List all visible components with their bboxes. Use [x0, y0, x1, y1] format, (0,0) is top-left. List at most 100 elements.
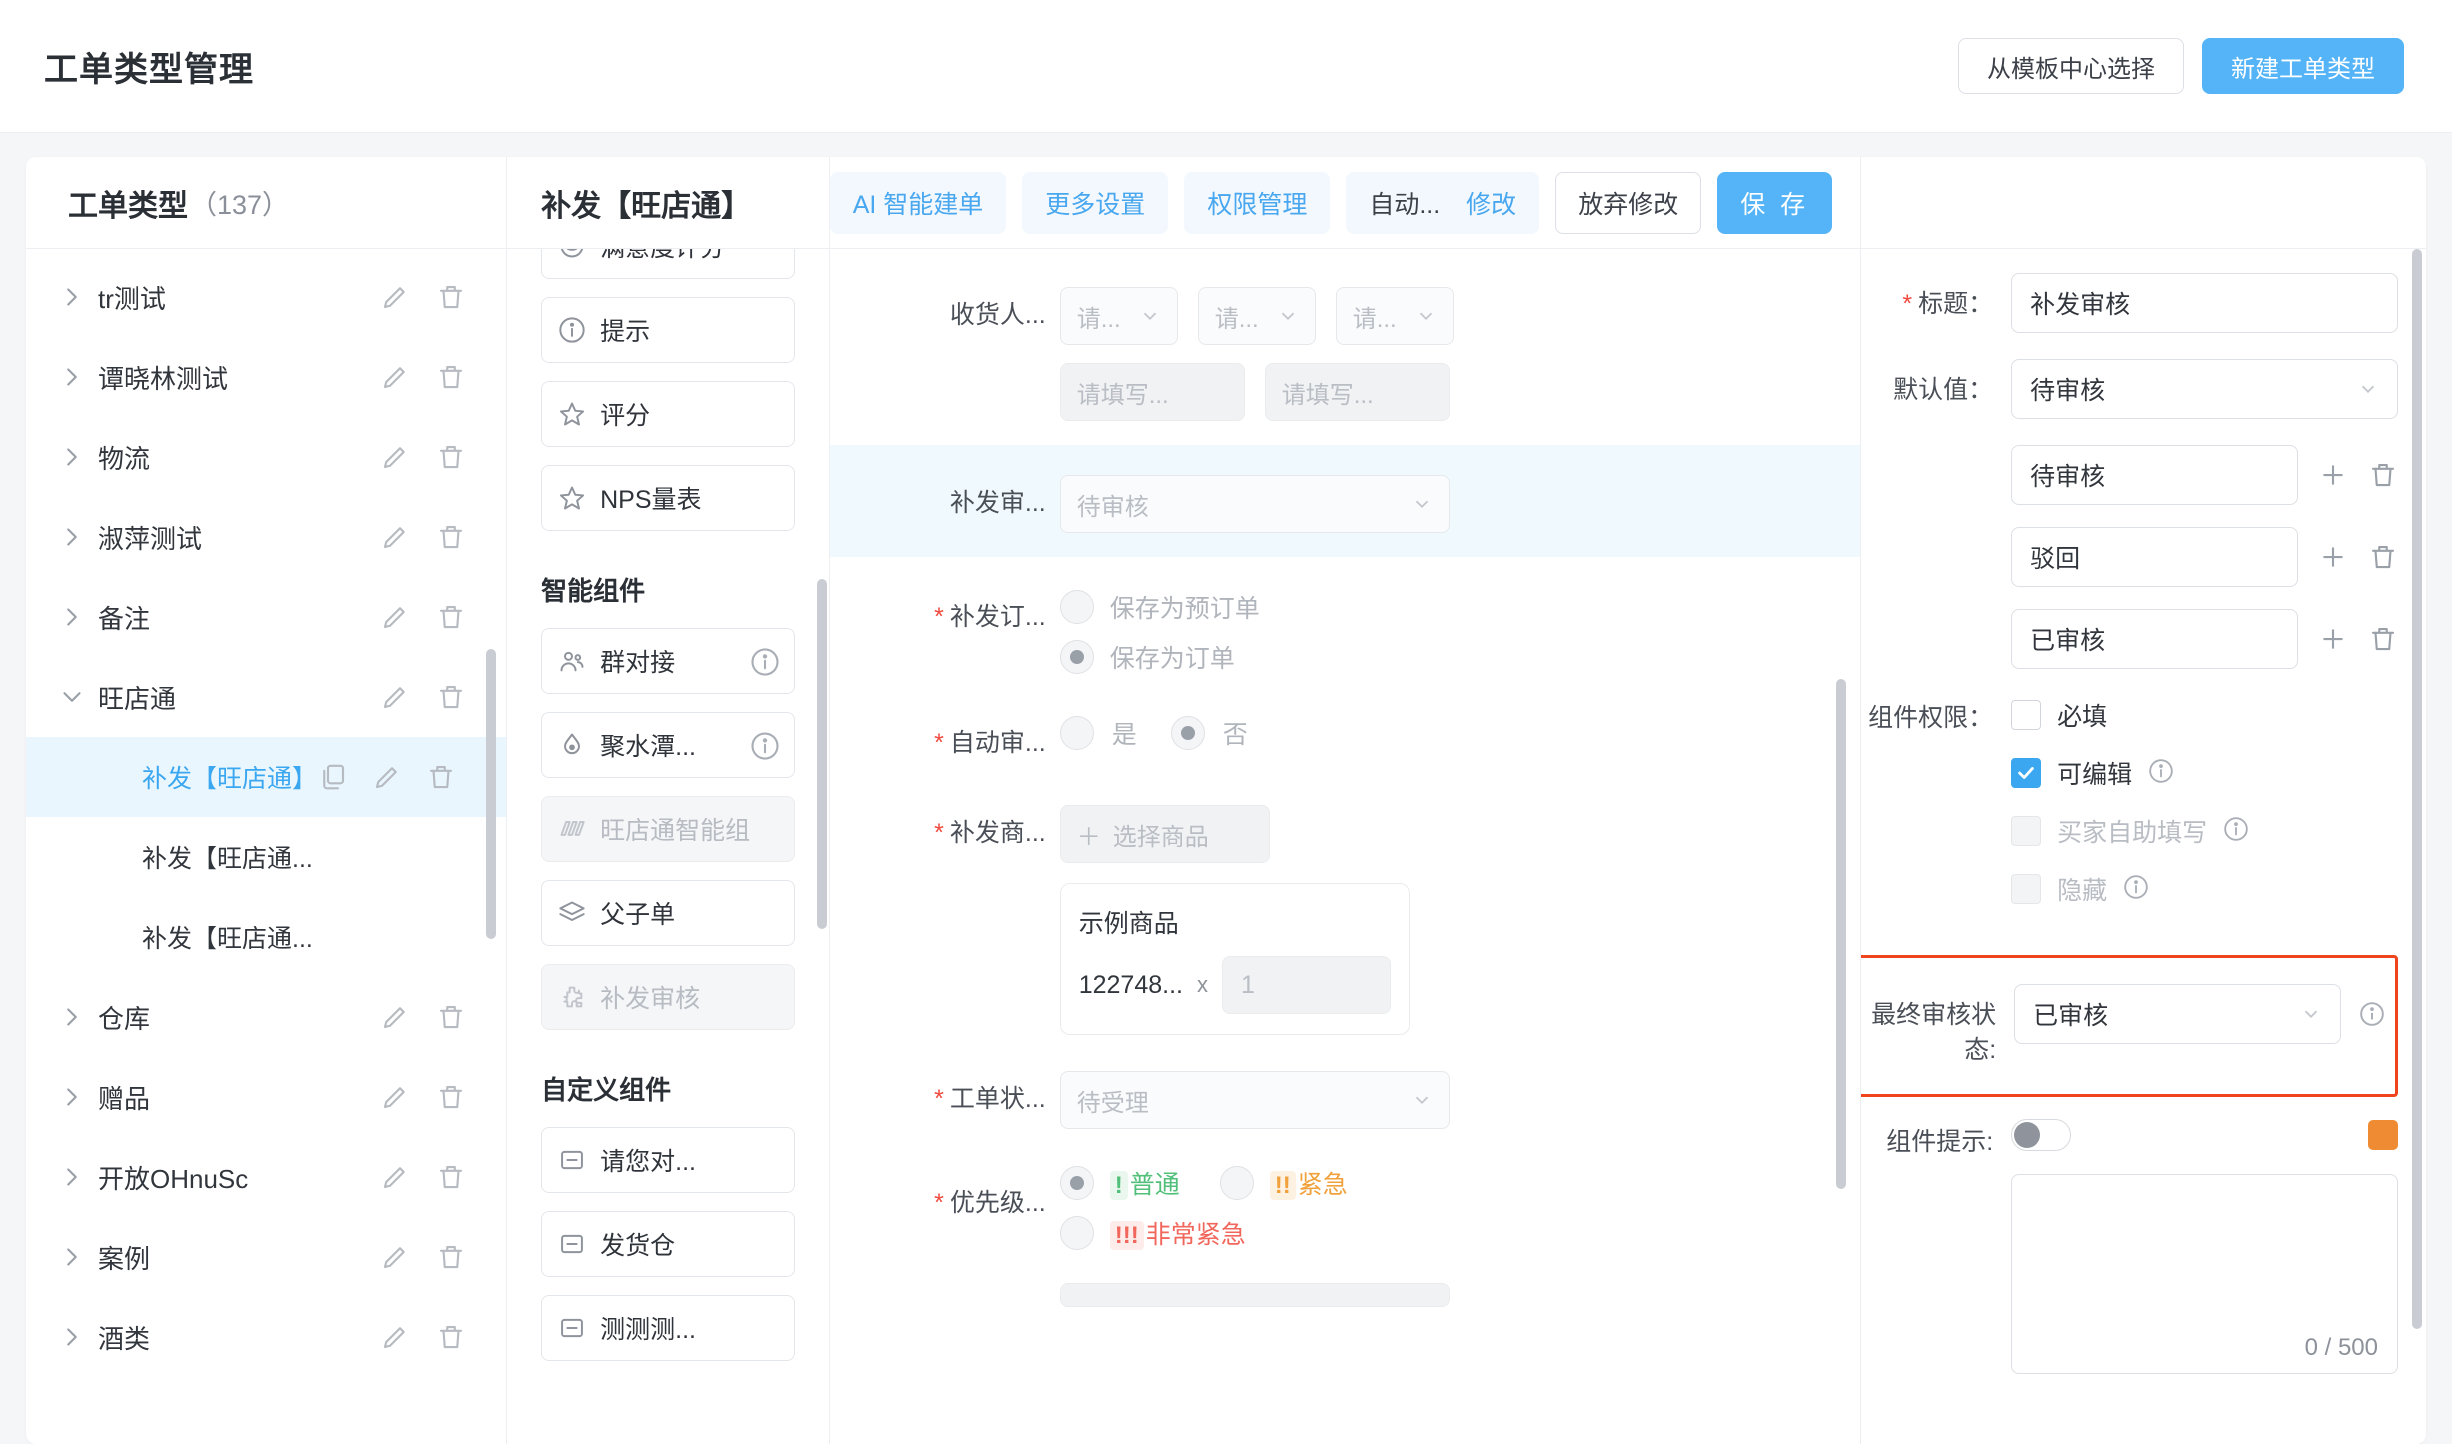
- order-type-radio-preorder[interactable]: [1059, 590, 1094, 624]
- trash-icon[interactable]: [436, 1002, 466, 1032]
- ai-smart-create-button[interactable]: AI 智能建单: [829, 171, 1007, 234]
- pencil-icon[interactable]: [380, 1162, 410, 1192]
- chevron-right-icon[interactable]: [57, 1162, 87, 1192]
- info-circle-icon[interactable]: [2148, 758, 2174, 789]
- option-input[interactable]: 待审核: [2011, 445, 2298, 505]
- title-input[interactable]: 补发审核: [2011, 273, 2398, 333]
- type-list-item[interactable]: 仓库: [26, 977, 506, 1057]
- option-input[interactable]: 驳回: [2011, 527, 2298, 587]
- type-list-item[interactable]: 酒类: [26, 1297, 506, 1377]
- select-from-template-center-button[interactable]: 从模板中心选择: [1958, 38, 2184, 94]
- canvas-scrollbar[interactable]: [1836, 679, 1847, 1189]
- chevron-right-icon[interactable]: [57, 442, 87, 472]
- auto-modify-button[interactable]: 自动... 修改: [1346, 171, 1540, 234]
- type-list-item[interactable]: 旺店通: [26, 657, 506, 737]
- trash-icon[interactable]: [436, 1162, 466, 1192]
- chevron-right-icon-toggle[interactable]: [46, 282, 98, 312]
- auto-audit-radio-no[interactable]: [1170, 716, 1205, 750]
- palette-item[interactable]: 满意度评分: [541, 249, 795, 279]
- chevron-right-icon-toggle[interactable]: [46, 1162, 98, 1192]
- ticket-type-list[interactable]: tr测试 谭晓林测试 物流 淑萍测试 备注 旺店通 补发【旺店通】 补发【旺店通... 补发【旺…: [26, 249, 507, 1444]
- audit-status-select[interactable]: 待审核: [1059, 475, 1450, 533]
- palette-scrollbar[interactable]: [816, 579, 827, 929]
- final-status-select[interactable]: 已审核: [2014, 984, 2341, 1044]
- trash-icon[interactable]: [436, 282, 466, 312]
- trash-icon[interactable]: [436, 522, 466, 552]
- option-input[interactable]: 已审核: [2011, 609, 2298, 669]
- palette-item[interactable]: 评分: [541, 381, 795, 447]
- chevron-down-icon[interactable]: [57, 682, 87, 712]
- trash-icon[interactable]: [426, 762, 456, 792]
- info-circle-icon[interactable]: [2123, 874, 2149, 905]
- palette-item[interactable]: NPS量表: [541, 465, 795, 531]
- chevron-right-icon-toggle[interactable]: [46, 362, 98, 392]
- order-type-radio-order[interactable]: [1059, 640, 1094, 674]
- properties-scroll[interactable]: * 标题： 补发审核 默认值： 待审核 待审核 驳回 已审核 组件权限： 必填 …: [1861, 249, 2426, 1444]
- form-row-audit-status[interactable]: 补发审... 待审核: [829, 445, 1861, 557]
- trash-icon[interactable]: [436, 602, 466, 632]
- chevron-right-icon-toggle[interactable]: [46, 1322, 98, 1352]
- type-list-item[interactable]: 谭晓林测试: [26, 337, 506, 417]
- palette-item[interactable]: 父子单: [541, 880, 795, 946]
- palette-item[interactable]: 提示: [541, 297, 795, 363]
- trash-icon[interactable]: [436, 1322, 466, 1352]
- priority-radio-urgent[interactable]: [1219, 1166, 1254, 1200]
- delete-option-button[interactable]: [2368, 460, 2398, 490]
- new-ticket-type-button[interactable]: 新建工单类型: [2202, 38, 2404, 94]
- add-option-button[interactable]: [2318, 542, 2348, 572]
- auto-audit-radio-yes[interactable]: [1059, 716, 1094, 750]
- palette-item[interactable]: 群对接: [541, 628, 795, 694]
- chevron-right-icon-toggle[interactable]: [46, 602, 98, 632]
- more-settings-button[interactable]: 更多设置: [1022, 171, 1169, 234]
- type-list-item[interactable]: 补发【旺店通】: [26, 737, 507, 817]
- receiver-name-input[interactable]: 请填写...: [1059, 363, 1245, 421]
- color-swatch[interactable]: [2368, 1120, 2398, 1150]
- pencil-icon[interactable]: [380, 1242, 410, 1272]
- pencil-icon[interactable]: [380, 282, 410, 312]
- type-list-item[interactable]: 补发【旺店通...: [26, 817, 506, 897]
- chevron-right-icon-toggle[interactable]: [46, 522, 98, 552]
- pencil-icon[interactable]: [380, 362, 410, 392]
- select-product-button[interactable]: ＋ 选择商品: [1059, 805, 1270, 863]
- delete-option-button[interactable]: [2368, 542, 2398, 572]
- info-circle-icon[interactable]: [750, 647, 779, 676]
- priority-radio-critical[interactable]: [1059, 1216, 1094, 1250]
- type-list-item[interactable]: 淑萍测试: [26, 497, 506, 577]
- form-preview[interactable]: 收货人... 请... 请... 请... 请填写... 请填写... 补发审.…: [829, 249, 1861, 1444]
- type-list-item[interactable]: 物流: [26, 417, 506, 497]
- pencil-icon[interactable]: [380, 682, 410, 712]
- trash-icon[interactable]: [436, 362, 466, 392]
- chevron-right-icon[interactable]: [57, 1322, 87, 1352]
- type-list-item[interactable]: 案例: [26, 1217, 506, 1297]
- trash-icon[interactable]: [436, 1242, 466, 1272]
- palette-item[interactable]: 聚水潭...: [541, 712, 795, 778]
- type-list-item[interactable]: 补发【旺店通...: [26, 897, 506, 977]
- checkbox-unchecked[interactable]: [2011, 700, 2042, 730]
- delete-option-button[interactable]: [2368, 624, 2398, 654]
- chevron-right-icon-toggle[interactable]: [46, 1082, 98, 1112]
- ticket-status-select[interactable]: 待受理: [1059, 1071, 1450, 1129]
- copy-icon[interactable]: [318, 762, 348, 792]
- pencil-icon[interactable]: [380, 1002, 410, 1032]
- ticket-type-scrollbar[interactable]: [486, 649, 497, 939]
- chevron-right-icon[interactable]: [57, 1082, 87, 1112]
- default-value-select[interactable]: 待审核: [2011, 359, 2398, 419]
- next-row-input[interactable]: [1059, 1283, 1450, 1307]
- pencil-icon[interactable]: [380, 602, 410, 632]
- type-list-item[interactable]: 备注: [26, 577, 506, 657]
- chevron-right-icon[interactable]: [57, 522, 87, 552]
- palette-item[interactable]: 发货仓: [541, 1211, 795, 1277]
- chevron-right-icon-toggle[interactable]: [46, 442, 98, 472]
- type-list-item[interactable]: tr测试: [26, 257, 506, 337]
- info-circle-icon[interactable]: [2223, 816, 2249, 847]
- palette-item[interactable]: 请您对...: [541, 1127, 795, 1193]
- pencil-icon[interactable]: [380, 1082, 410, 1112]
- chevron-right-icon[interactable]: [57, 1242, 87, 1272]
- receiver-phone-input[interactable]: 请填写...: [1264, 363, 1450, 421]
- checkbox-checked[interactable]: [2011, 758, 2042, 788]
- trash-icon[interactable]: [436, 442, 466, 472]
- properties-scrollbar[interactable]: [2412, 249, 2422, 1329]
- info-circle-icon[interactable]: [2359, 1001, 2385, 1027]
- palette-item[interactable]: 测测测...: [541, 1295, 795, 1361]
- modify-link[interactable]: 修改: [1466, 185, 1516, 221]
